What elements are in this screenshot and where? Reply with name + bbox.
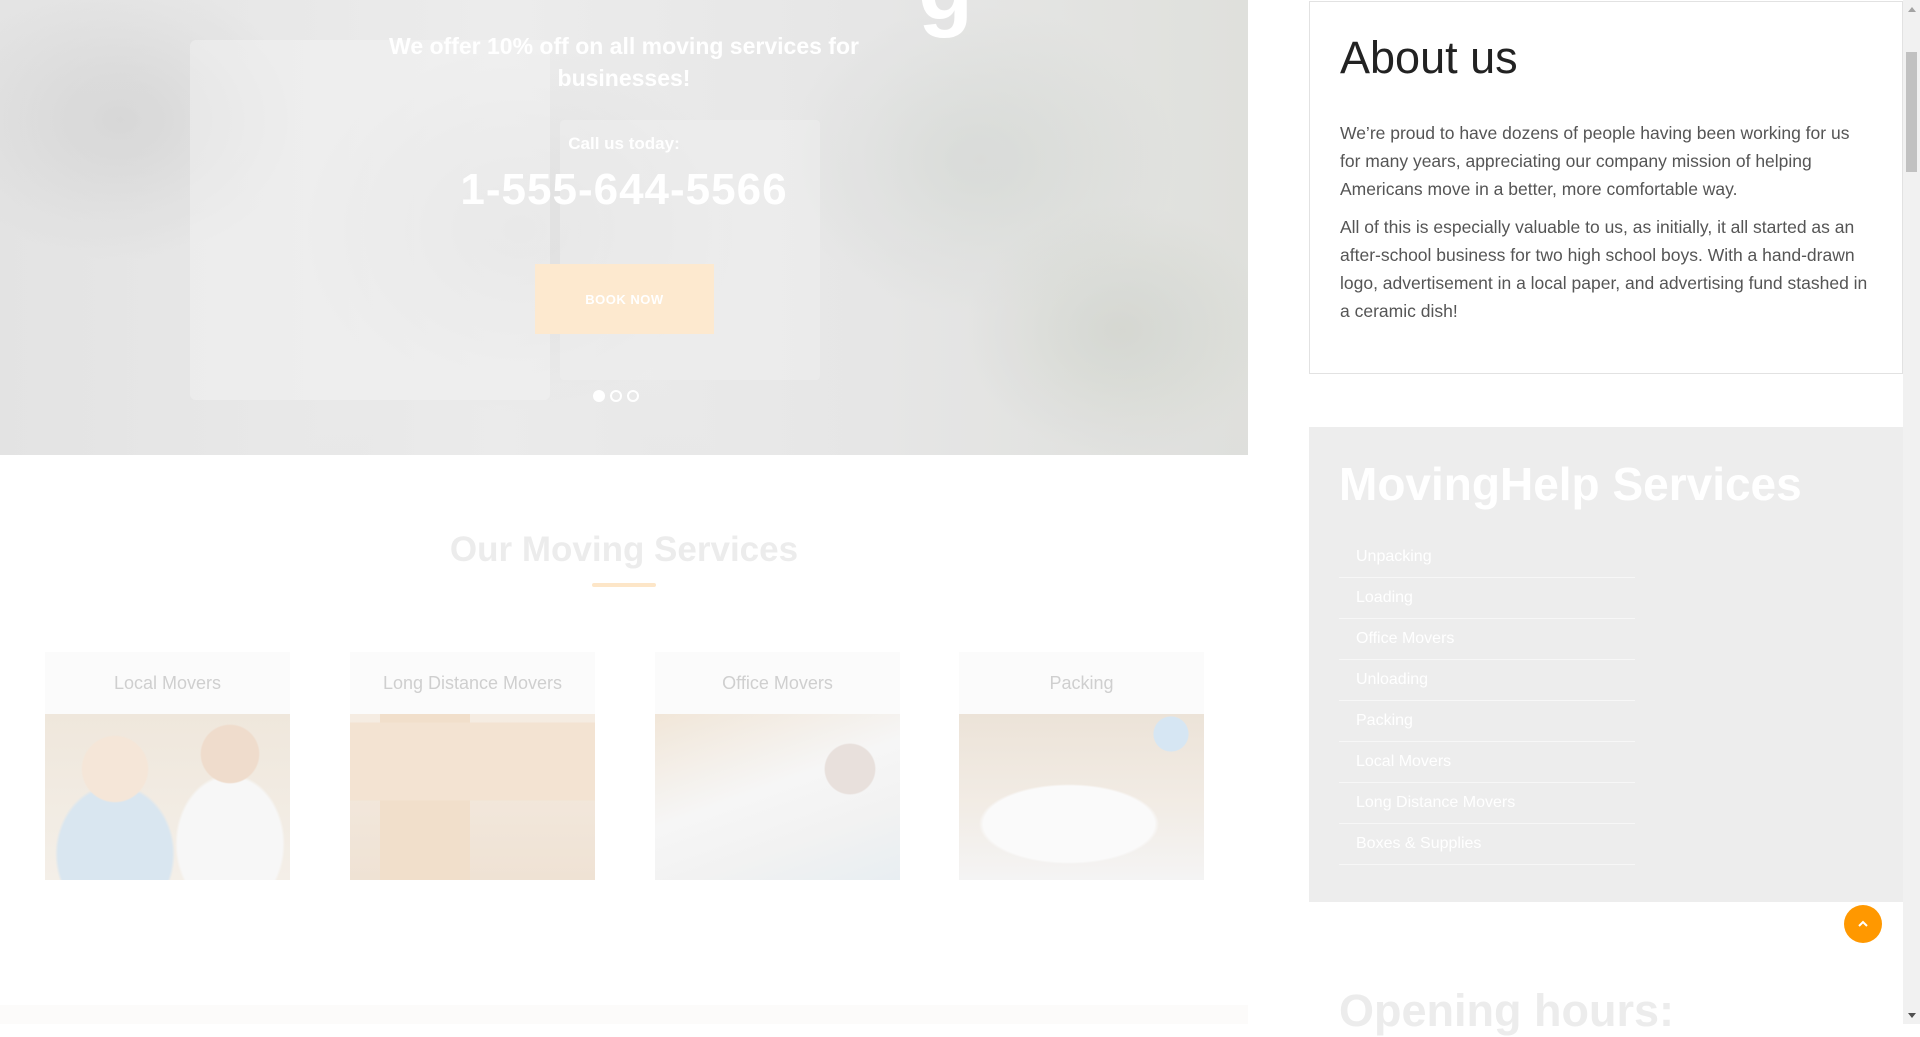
book-now-button[interactable]: BOOK NOW bbox=[535, 264, 714, 334]
services-widget-item-boxes-supplies[interactable]: Boxes & Supplies bbox=[1339, 824, 1635, 865]
service-card-title[interactable]: Long Distance Movers bbox=[350, 652, 595, 714]
services-widget-item-unpacking[interactable]: Unpacking bbox=[1339, 537, 1635, 578]
hero-phone-number[interactable]: 1-555-644-5566 bbox=[380, 165, 868, 215]
about-widget: About us We’re proud to have dozens of p… bbox=[1309, 1, 1903, 374]
service-card-local-movers[interactable]: Local Movers bbox=[45, 652, 290, 880]
services-heading: Our Moving Services bbox=[449, 530, 799, 569]
services-widget-item-local-movers[interactable]: Local Movers bbox=[1339, 742, 1635, 783]
service-card-title[interactable]: Office Movers bbox=[655, 652, 900, 714]
service-card-image[interactable] bbox=[655, 714, 900, 880]
hero-slider: g We offer 10% off on all moving service… bbox=[0, 0, 1248, 455]
hero-box-shape bbox=[560, 120, 820, 380]
chevron-up-icon bbox=[1858, 920, 1868, 927]
service-card-packing[interactable]: Packing bbox=[959, 652, 1204, 880]
scroll-up-arrow-icon[interactable] bbox=[1903, 0, 1920, 17]
services-widget-item-packing[interactable]: Packing bbox=[1339, 701, 1635, 742]
service-card-title[interactable]: Local Movers bbox=[45, 652, 290, 714]
page-scrollbar[interactable] bbox=[1903, 0, 1920, 1024]
services-widget-title: MovingHelp Services bbox=[1339, 458, 1802, 510]
hero-call-label: Call us today: bbox=[568, 134, 680, 153]
service-card-title[interactable]: Packing bbox=[959, 652, 1204, 714]
about-title: About us bbox=[1340, 32, 1518, 83]
scroll-down-arrow-icon[interactable] bbox=[1903, 1007, 1920, 1024]
services-widget-item-office-movers[interactable]: Office Movers bbox=[1339, 619, 1635, 660]
hero-box-shape bbox=[190, 40, 550, 400]
hero-heading: g bbox=[918, 0, 973, 41]
slider-dot-3[interactable] bbox=[627, 390, 639, 402]
opening-hours-title: Opening hours: bbox=[1339, 985, 1674, 1036]
services-widget-item-long-distance[interactable]: Long Distance Movers bbox=[1339, 783, 1635, 824]
services-widget-item-unloading[interactable]: Unloading bbox=[1339, 660, 1635, 701]
service-card-image[interactable] bbox=[959, 714, 1204, 880]
services-widget-list: Unpacking Loading Office Movers Unloadin… bbox=[1339, 537, 1635, 865]
service-card-long-distance[interactable]: Long Distance Movers bbox=[350, 652, 595, 880]
service-card-office-movers[interactable]: Office Movers bbox=[655, 652, 900, 880]
back-to-top-button[interactable] bbox=[1844, 905, 1882, 943]
about-paragraph-2: All of this is especially valuable to us… bbox=[1340, 217, 1868, 321]
services-widget-item-loading[interactable]: Loading bbox=[1339, 578, 1635, 619]
slider-dot-1[interactable] bbox=[593, 390, 605, 402]
heading-underline bbox=[592, 583, 656, 587]
scrollbar-thumb[interactable] bbox=[1906, 52, 1917, 172]
hero-offer-text: We offer 10% off on all moving services … bbox=[389, 33, 859, 91]
service-card-image[interactable] bbox=[350, 714, 595, 880]
service-card-image[interactable] bbox=[45, 714, 290, 880]
slider-pagination bbox=[593, 390, 639, 402]
next-section-band bbox=[0, 1005, 1248, 1024]
slider-dot-2[interactable] bbox=[610, 390, 622, 402]
about-paragraph-1: We’re proud to have dozens of people hav… bbox=[1340, 123, 1850, 199]
